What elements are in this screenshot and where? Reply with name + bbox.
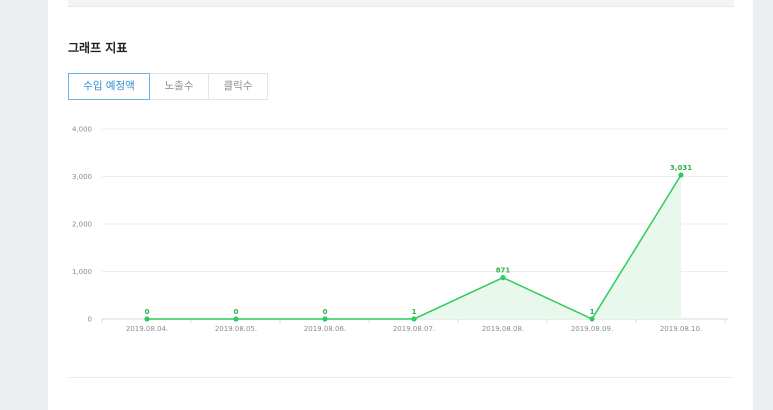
tab-expected-revenue[interactable]: 수입 예정액	[68, 73, 150, 100]
data-point	[411, 316, 417, 322]
data-point	[144, 316, 150, 322]
line-chart: 0 1,000 2,000 3,000 4,000 2019.08.04. 2019.08.…	[72, 126, 728, 333]
dashboard-card: 그래프 지표 수입 예정액 노출수 클릭수 0 1,000 2,000 3,000 4,…	[48, 0, 753, 410]
y-tick-label: 0	[88, 316, 92, 324]
x-tick-label: 2019.08.08.	[482, 325, 524, 333]
data-label: 871	[496, 267, 511, 275]
data-label: 0	[145, 308, 150, 316]
data-point	[500, 275, 506, 281]
divider	[68, 377, 734, 378]
x-tick-label: 2019.08.06.	[304, 325, 346, 333]
data-point	[233, 316, 239, 322]
series-area	[147, 175, 681, 319]
series-line	[147, 174, 682, 320]
data-label: 0	[323, 308, 328, 316]
y-tick-label: 1,000	[72, 268, 92, 276]
x-tick-label: 2019.08.10.	[660, 325, 702, 333]
data-label: 0	[234, 308, 239, 316]
y-tick-label: 2,000	[72, 221, 92, 229]
y-tick-label: 4,000	[72, 126, 92, 134]
data-label: 1	[412, 308, 417, 316]
x-tick-label: 2019.08.07.	[393, 325, 435, 333]
x-tick-label: 2019.08.05.	[215, 325, 257, 333]
x-tick-label: 2019.08.04.	[126, 325, 168, 333]
data-label: 1	[590, 308, 595, 316]
data-point	[678, 172, 684, 178]
data-label: 3,031	[670, 164, 692, 172]
data-point	[589, 316, 595, 322]
x-tick-label: 2019.08.09.	[571, 325, 613, 333]
y-tick-label: 3,000	[72, 173, 92, 181]
data-point	[322, 316, 328, 322]
